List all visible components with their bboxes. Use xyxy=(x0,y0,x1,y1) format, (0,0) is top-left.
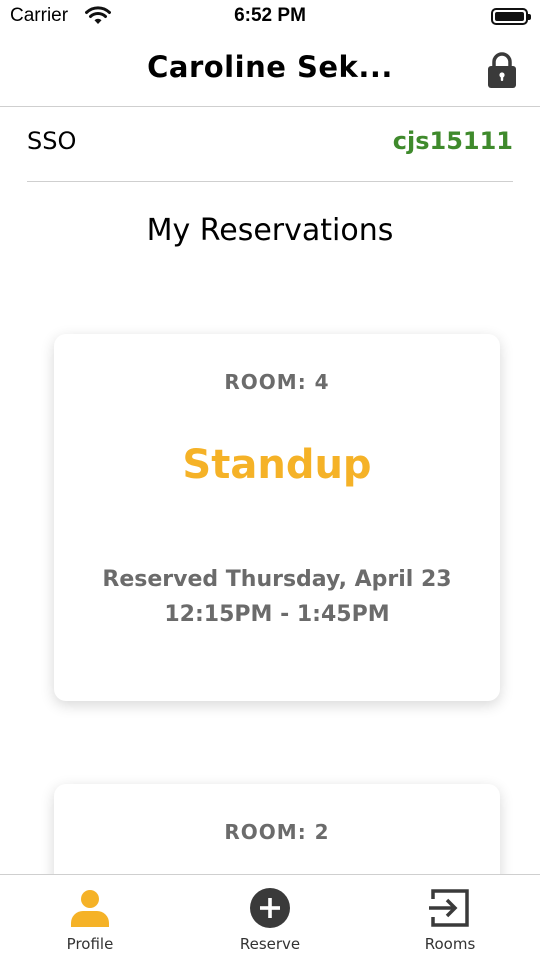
tab-reserve[interactable]: Reserve xyxy=(180,875,360,958)
tab-bar: Profile Reserve Rooms xyxy=(0,874,540,958)
tab-label: Rooms xyxy=(424,935,476,953)
tab-label: Reserve xyxy=(239,935,301,953)
lock-icon[interactable] xyxy=(486,51,518,89)
reservation-details: Reserved Thursday, April 23 12:15PM - 1:… xyxy=(54,562,500,632)
sso-value: cjs15111 xyxy=(392,127,513,155)
tab-rooms[interactable]: Rooms xyxy=(360,875,540,958)
navigation-bar: Caroline Sek... xyxy=(0,34,540,107)
reserved-date: Reserved Thursday, April 23 xyxy=(102,567,452,592)
room-label: ROOM: 2 xyxy=(224,820,330,844)
tab-profile[interactable]: Profile xyxy=(0,875,180,958)
page-title: Caroline Sek... xyxy=(147,50,393,84)
status-bar: Carrier 6:52 PM xyxy=(0,0,540,34)
reservation-card[interactable]: ROOM: 4 Standup Reserved Thursday, April… xyxy=(54,334,500,701)
plus-circle-icon xyxy=(250,888,290,928)
person-icon xyxy=(71,890,109,927)
sso-row: SSO cjs15111 xyxy=(27,107,513,182)
reserved-time: 12:15PM - 1:45PM xyxy=(164,602,390,627)
meeting-title: Standup xyxy=(182,442,372,488)
battery-icon xyxy=(491,8,531,25)
exit-door-icon xyxy=(429,889,469,927)
section-title: My Reservations xyxy=(146,213,394,248)
sso-label: SSO xyxy=(27,127,77,155)
clock: 6:52 PM xyxy=(234,5,306,26)
room-label: ROOM: 4 xyxy=(224,370,330,394)
tab-label: Profile xyxy=(66,935,114,953)
